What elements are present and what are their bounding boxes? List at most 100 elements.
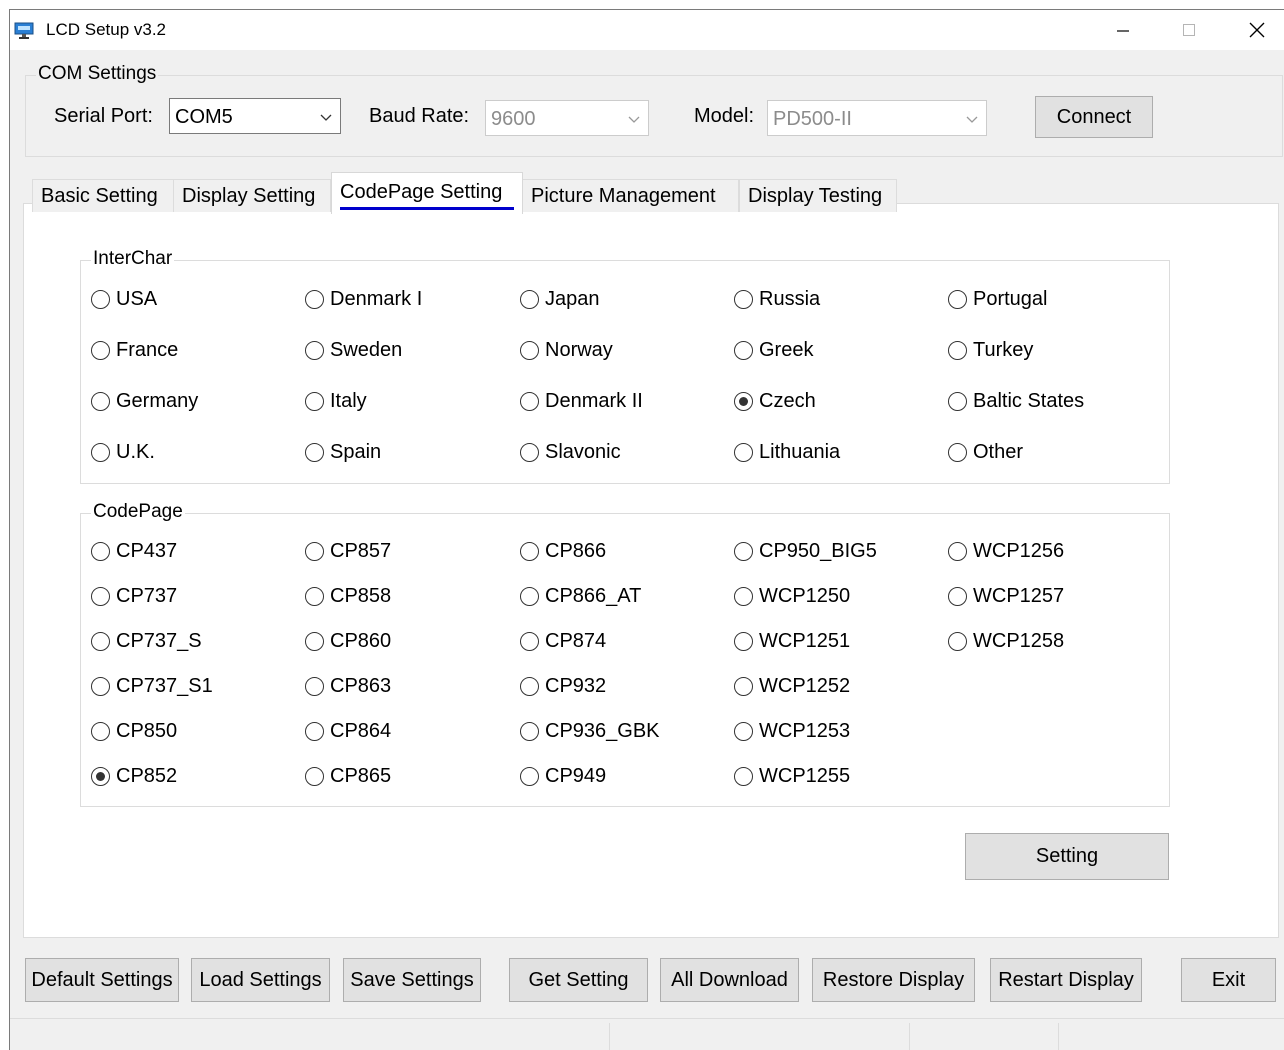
radio-unchecked-icon xyxy=(305,722,324,741)
radio-codepage-cp949[interactable]: CP949 xyxy=(520,765,606,788)
radio-codepage-cp858[interactable]: CP858 xyxy=(305,585,391,608)
radio-interchar-slavonic[interactable]: Slavonic xyxy=(520,441,621,464)
status-separator xyxy=(609,1023,610,1050)
tab-basic-setting[interactable]: Basic Setting xyxy=(32,179,174,212)
chevron-down-icon xyxy=(320,114,332,121)
connect-button[interactable]: Connect xyxy=(1035,96,1153,138)
radio-codepage-cp865[interactable]: CP865 xyxy=(305,765,391,788)
radio-unchecked-icon xyxy=(520,341,539,360)
radio-label: CP850 xyxy=(116,720,178,742)
radio-interchar-france[interactable]: France xyxy=(91,339,178,362)
radio-codepage-wcp1251[interactable]: WCP1251 xyxy=(734,630,850,653)
app-window: LCD Setup v3.2 COM Settings Serial Port:… xyxy=(9,9,1284,1050)
radio-unchecked-icon xyxy=(305,767,324,786)
tab-display-setting[interactable]: Display Setting xyxy=(173,179,331,212)
radio-label: Lithuania xyxy=(759,441,841,463)
radio-unchecked-icon xyxy=(305,443,324,462)
restart-display-button[interactable]: Restart Display xyxy=(990,958,1142,1002)
radio-codepage-wcp1253[interactable]: WCP1253 xyxy=(734,720,850,743)
close-button[interactable] xyxy=(1224,10,1284,50)
radio-codepage-cp437[interactable]: CP437 xyxy=(91,540,177,563)
exit-button[interactable]: Exit xyxy=(1181,958,1276,1002)
radio-unchecked-icon xyxy=(91,542,110,561)
radio-codepage-wcp1257[interactable]: WCP1257 xyxy=(948,585,1064,608)
radio-label: CP860 xyxy=(330,630,392,652)
radio-codepage-cp737-s1[interactable]: CP737_S1 xyxy=(91,675,213,698)
radio-codepage-wcp1252[interactable]: WCP1252 xyxy=(734,675,850,698)
radio-interchar-u-k[interactable]: U.K. xyxy=(91,441,155,464)
radio-label: Denmark II xyxy=(545,390,643,412)
all-download-button[interactable]: All Download xyxy=(660,958,799,1002)
status-bar xyxy=(10,1018,1284,1050)
radio-codepage-cp857[interactable]: CP857 xyxy=(305,540,391,563)
radio-interchar-baltic-states[interactable]: Baltic States xyxy=(948,390,1084,413)
radio-label: CP863 xyxy=(330,675,392,697)
status-separator xyxy=(909,1023,910,1050)
radio-label: Czech xyxy=(759,390,816,412)
radio-label: CP865 xyxy=(330,765,392,787)
interchar-label: InterChar xyxy=(91,248,175,270)
radio-label: WCP1252 xyxy=(759,675,851,697)
setting-button[interactable]: Setting xyxy=(965,833,1169,880)
radio-label: CP932 xyxy=(545,675,607,697)
radio-codepage-wcp1250[interactable]: WCP1250 xyxy=(734,585,850,608)
chevron-down-icon xyxy=(966,116,978,123)
load-settings-button[interactable]: Load Settings xyxy=(191,958,330,1002)
minimize-button[interactable] xyxy=(1090,10,1156,50)
tab-codepage-setting[interactable]: CodePage Setting xyxy=(331,172,523,214)
radio-interchar-japan[interactable]: Japan xyxy=(520,288,600,311)
get-setting-button[interactable]: Get Setting xyxy=(509,958,648,1002)
radio-unchecked-icon xyxy=(91,677,110,696)
radio-interchar-denmark-ii[interactable]: Denmark II xyxy=(520,390,643,413)
radio-codepage-cp852[interactable]: CP852 xyxy=(91,765,177,788)
radio-codepage-cp737[interactable]: CP737 xyxy=(91,585,177,608)
restore-display-button[interactable]: Restore Display xyxy=(812,958,975,1002)
radio-codepage-cp950-big5[interactable]: CP950_BIG5 xyxy=(734,540,877,563)
radio-interchar-russia[interactable]: Russia xyxy=(734,288,820,311)
tab-display-testing[interactable]: Display Testing xyxy=(739,179,897,212)
default-settings-button[interactable]: Default Settings xyxy=(25,958,179,1002)
save-settings-button[interactable]: Save Settings xyxy=(343,958,481,1002)
radio-label: CP864 xyxy=(330,720,392,742)
radio-codepage-cp936-gbk[interactable]: CP936_GBK xyxy=(520,720,660,743)
radio-interchar-denmark-i[interactable]: Denmark I xyxy=(305,288,422,311)
radio-codepage-cp932[interactable]: CP932 xyxy=(520,675,606,698)
radio-interchar-spain[interactable]: Spain xyxy=(305,441,381,464)
radio-interchar-germany[interactable]: Germany xyxy=(91,390,198,413)
maximize-button[interactable] xyxy=(1156,10,1222,50)
radio-interchar-sweden[interactable]: Sweden xyxy=(305,339,402,362)
radio-interchar-italy[interactable]: Italy xyxy=(305,390,367,413)
radio-codepage-cp874[interactable]: CP874 xyxy=(520,630,606,653)
model-value: PD500-II xyxy=(773,108,852,130)
baud-rate-select[interactable]: 9600 xyxy=(485,100,649,136)
tab-picture-management[interactable]: Picture Management xyxy=(522,179,739,212)
serial-port-select[interactable]: COM5 xyxy=(169,98,341,134)
radio-codepage-wcp1256[interactable]: WCP1256 xyxy=(948,540,1064,563)
window-title: LCD Setup v3.2 xyxy=(46,20,167,39)
radio-label: WCP1250 xyxy=(759,585,851,607)
radio-unchecked-icon xyxy=(305,587,324,606)
radio-interchar-czech[interactable]: Czech xyxy=(734,390,816,413)
radio-label: Russia xyxy=(759,288,821,310)
radio-interchar-usa[interactable]: USA xyxy=(91,288,157,311)
radio-codepage-cp850[interactable]: CP850 xyxy=(91,720,177,743)
radio-codepage-cp863[interactable]: CP863 xyxy=(305,675,391,698)
minimize-icon xyxy=(1117,30,1129,32)
radio-codepage-wcp1258[interactable]: WCP1258 xyxy=(948,630,1064,653)
radio-interchar-greek[interactable]: Greek xyxy=(734,339,813,362)
radio-codepage-wcp1255[interactable]: WCP1255 xyxy=(734,765,850,788)
title-bar: LCD Setup v3.2 xyxy=(10,10,1284,50)
radio-interchar-other[interactable]: Other xyxy=(948,441,1023,464)
radio-codepage-cp866-at[interactable]: CP866_AT xyxy=(520,585,641,608)
model-select[interactable]: PD500-II xyxy=(767,100,987,136)
radio-codepage-cp860[interactable]: CP860 xyxy=(305,630,391,653)
radio-codepage-cp866[interactable]: CP866 xyxy=(520,540,606,563)
radio-interchar-lithuania[interactable]: Lithuania xyxy=(734,441,840,464)
radio-codepage-cp737-s[interactable]: CP737_S xyxy=(91,630,202,653)
radio-codepage-cp864[interactable]: CP864 xyxy=(305,720,391,743)
radio-interchar-norway[interactable]: Norway xyxy=(520,339,613,362)
radio-interchar-portugal[interactable]: Portugal xyxy=(948,288,1048,311)
radio-label: USA xyxy=(116,288,158,310)
radio-interchar-turkey[interactable]: Turkey xyxy=(948,339,1033,362)
radio-unchecked-icon xyxy=(734,677,753,696)
